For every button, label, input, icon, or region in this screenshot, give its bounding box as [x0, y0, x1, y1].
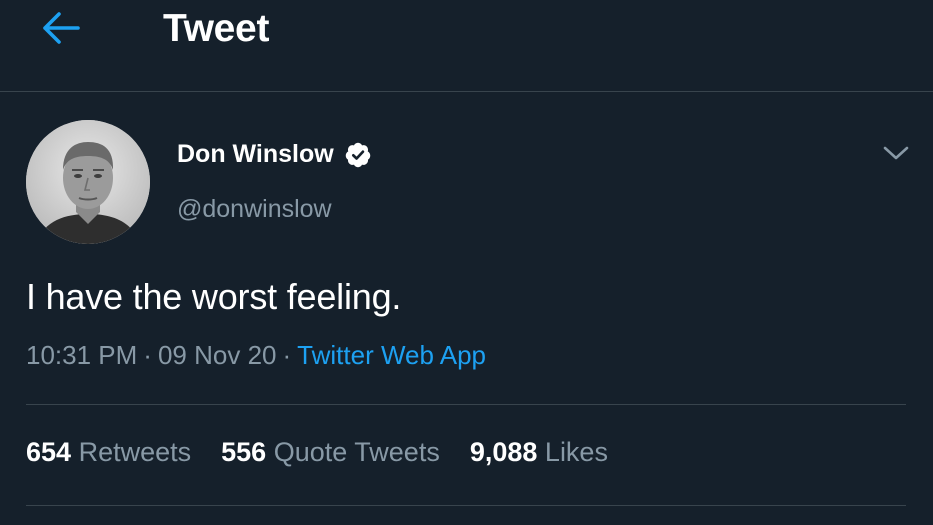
- back-button[interactable]: [36, 10, 86, 50]
- top-bar: Tweet: [0, 0, 933, 92]
- chevron-down-icon: [882, 144, 910, 167]
- quote-tweets-label: Quote Tweets: [273, 437, 440, 467]
- author-handle[interactable]: @donwinslow: [177, 195, 332, 224]
- likes-count: 9,088: [469, 437, 538, 467]
- verified-badge-icon: [344, 141, 372, 169]
- avatar-photo: [26, 120, 150, 244]
- retweets-count: 654: [26, 437, 72, 467]
- avatar[interactable]: [26, 120, 150, 244]
- meta-separator: ·: [143, 340, 152, 370]
- retweets-stat[interactable]: 654 Retweets: [26, 437, 191, 468]
- tweet-detail-page: Tweet Don Winslow @donwinslow I have the…: [0, 0, 933, 525]
- divider: [26, 505, 906, 506]
- tweet-menu-button[interactable]: [876, 140, 916, 170]
- meta-separator: ·: [282, 340, 292, 370]
- quote-tweets-count: 556: [221, 437, 267, 467]
- tweet-time[interactable]: 10:31 PM: [26, 340, 137, 370]
- page-title: Tweet: [163, 7, 270, 50]
- engagement-stats: 654 Retweets 556 Quote Tweets 9,088 Like…: [26, 437, 608, 468]
- likes-stat[interactable]: 9,088 Likes: [470, 437, 608, 468]
- tweet-source-link[interactable]: Twitter Web App: [297, 340, 486, 370]
- author-display-name[interactable]: Don Winslow: [177, 140, 334, 169]
- tweet-metadata: 10:31 PM · 09 Nov 20 · Twitter Web App: [26, 340, 486, 371]
- quote-tweets-stat[interactable]: 556 Quote Tweets: [221, 437, 440, 468]
- tweet-date[interactable]: 09 Nov 20: [158, 340, 277, 370]
- likes-label: Likes: [544, 437, 608, 467]
- tweet-text: I have the worst feeling.: [26, 276, 402, 317]
- divider: [26, 404, 906, 405]
- retweets-label: Retweets: [78, 437, 192, 467]
- arrow-left-icon: [41, 11, 81, 50]
- author-name-row[interactable]: Don Winslow: [177, 140, 372, 169]
